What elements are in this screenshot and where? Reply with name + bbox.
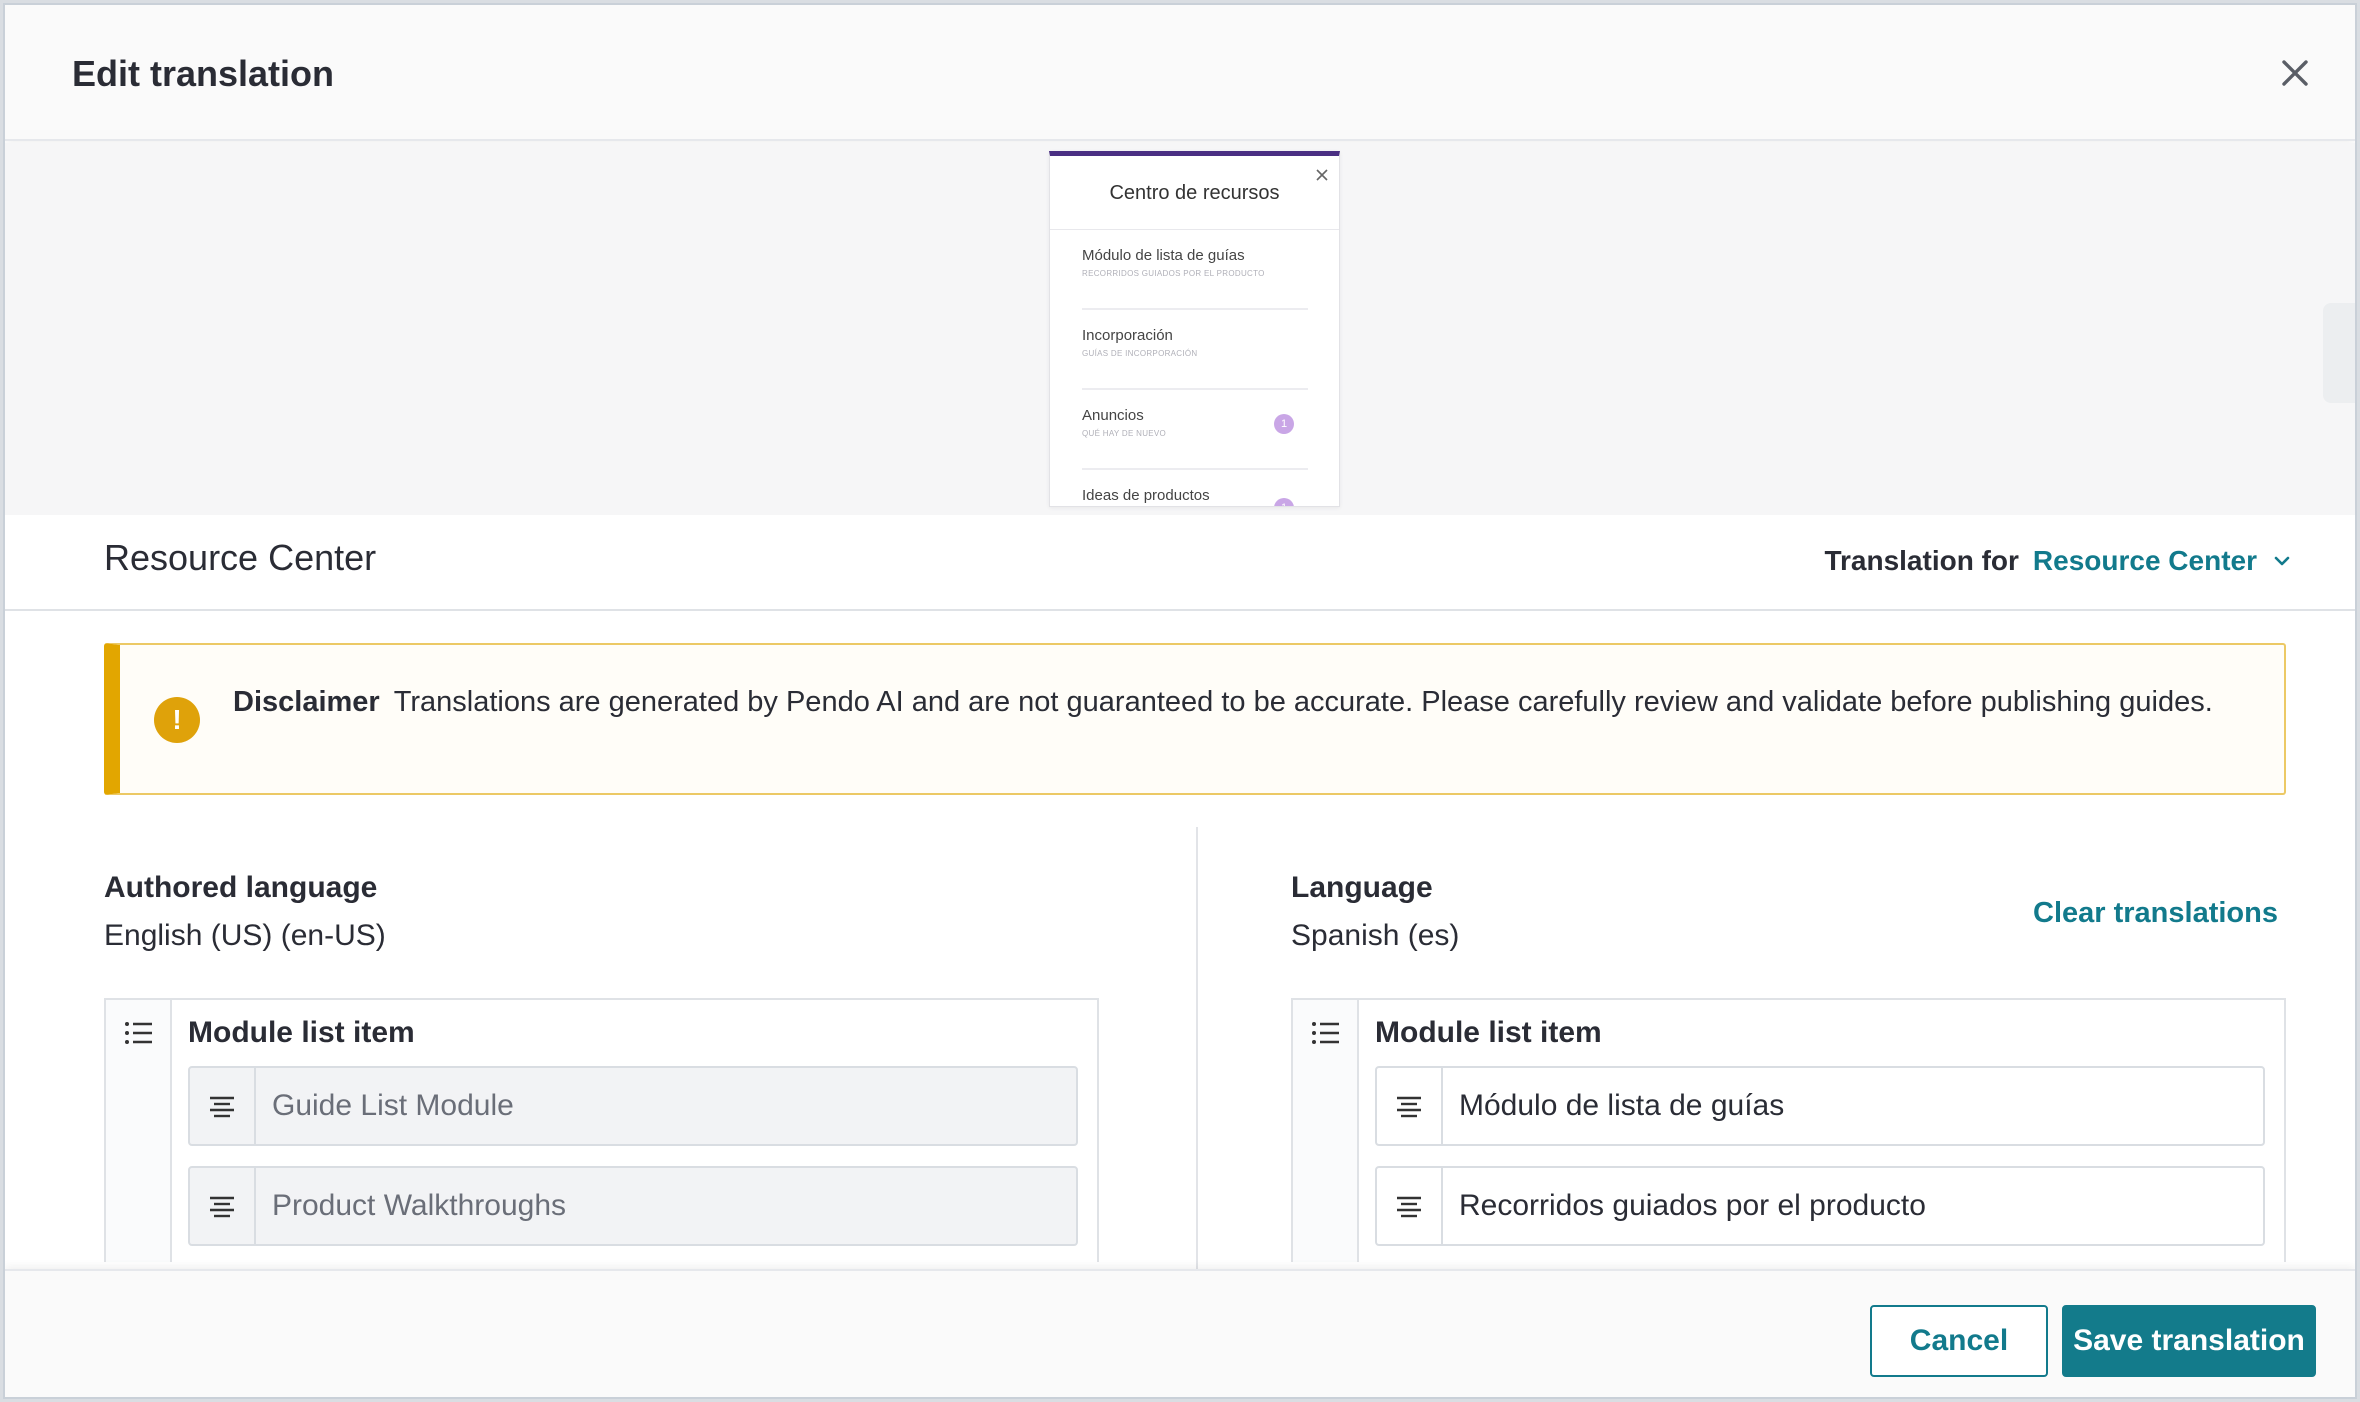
authored-title-field[interactable]	[188, 1066, 1078, 1146]
rc-item-product-ideas: Ideas de productos 1	[1082, 470, 1308, 506]
target-title-input[interactable]	[1443, 1068, 2263, 1144]
rc-item-title: Módulo de lista de guías	[1082, 247, 1245, 264]
clear-translations-link[interactable]: Clear translations	[2033, 897, 2278, 930]
target-module-list-item: Module list item	[1291, 998, 2286, 1262]
field-icon-wrap	[190, 1168, 256, 1244]
guide-preview: Centro de recursos Módulo de lista de gu…	[5, 143, 2355, 515]
authored-module-list-item: Module list item	[104, 998, 1099, 1262]
authored-subtitle-field[interactable]	[188, 1166, 1078, 1246]
target-subtitle-field[interactable]	[1375, 1166, 2265, 1246]
text-align-icon	[210, 1096, 234, 1118]
section-bar: Resource Center Translation for Resource…	[5, 515, 2355, 611]
modal-title: Edit translation	[72, 53, 335, 94]
list-icon	[125, 1022, 152, 1044]
rc-item-title: Ideas de productos	[1082, 487, 1210, 504]
block-gutter	[1293, 1000, 1359, 1262]
field-icon-wrap	[1377, 1068, 1443, 1144]
rc-item-subtitle: GUÍAS DE INCORPORACIÓN	[1082, 349, 1198, 358]
side-drawer-tab[interactable]	[2323, 303, 2355, 403]
text-align-icon	[1397, 1196, 1421, 1218]
target-language-label: Language	[1291, 871, 1433, 904]
disclaimer-text: Disclaimer Translations are generated by …	[233, 681, 2253, 723]
chevron-down-icon[interactable]	[2269, 548, 2295, 574]
disclaimer-label: Disclaimer	[233, 686, 380, 718]
section-title: Resource Center	[104, 537, 377, 578]
rc-item-subtitle: QUÉ HAY DE NUEVO	[1082, 429, 1167, 438]
authored-language-label: Authored language	[104, 871, 378, 904]
target-language-value: Spanish (es)	[1291, 919, 1460, 952]
rc-item-guide-list: Módulo de lista de guías RECORRIDOS GUIA…	[1082, 230, 1308, 310]
translation-for-label: Translation for	[1824, 545, 2019, 576]
block-gutter	[106, 1000, 172, 1262]
authored-subtitle-input[interactable]	[256, 1168, 1076, 1244]
block-title: Module list item	[188, 1016, 415, 1049]
rc-item-badge: 1	[1274, 414, 1294, 434]
modal-footer: Cancel Save translation	[5, 1269, 2355, 1397]
field-icon-wrap	[190, 1068, 256, 1144]
edit-translation-modal: Edit translation Centro de recursos Módu…	[3, 3, 2357, 1399]
rc-item-title: Incorporación	[1082, 327, 1173, 344]
modal-header: Edit translation	[5, 5, 2355, 141]
authored-title-input[interactable]	[256, 1068, 1076, 1144]
block-title: Module list item	[1375, 1016, 1602, 1049]
translation-for-selector[interactable]: Translation for Resource Center	[1824, 545, 2295, 577]
list-icon	[1312, 1022, 1339, 1044]
disclaimer-message: Translations are generated by Pendo AI a…	[393, 686, 2213, 718]
text-align-icon	[210, 1196, 234, 1218]
cancel-button[interactable]: Cancel	[1870, 1305, 2048, 1377]
target-title-field[interactable]	[1375, 1066, 2265, 1146]
target-subtitle-input[interactable]	[1443, 1168, 2263, 1244]
translation-for-value[interactable]: Resource Center	[2033, 545, 2257, 577]
text-align-icon	[1397, 1096, 1421, 1118]
disclaimer-banner: ! Disclaimer Translations are generated b…	[104, 643, 2286, 795]
column-divider	[1196, 827, 1198, 1272]
rc-item-subtitle: RECORRIDOS GUIADOS POR EL PRODUCTO	[1082, 269, 1265, 278]
rc-title: Centro de recursos	[1109, 182, 1280, 204]
rc-close-icon	[1316, 169, 1328, 181]
rc-item-announcements: Anuncios QUÉ HAY DE NUEVO 1	[1082, 390, 1308, 470]
field-icon-wrap	[1377, 1168, 1443, 1244]
authored-language-value: English (US) (en-US)	[104, 919, 386, 952]
resource-center-preview: Centro de recursos Módulo de lista de gu…	[1049, 151, 1340, 507]
warning-icon: !	[154, 697, 200, 743]
close-icon[interactable]	[2275, 53, 2315, 93]
save-translation-button[interactable]: Save translation	[2062, 1305, 2316, 1377]
rc-item-onboarding: Incorporación GUÍAS DE INCORPORACIÓN	[1082, 310, 1308, 390]
